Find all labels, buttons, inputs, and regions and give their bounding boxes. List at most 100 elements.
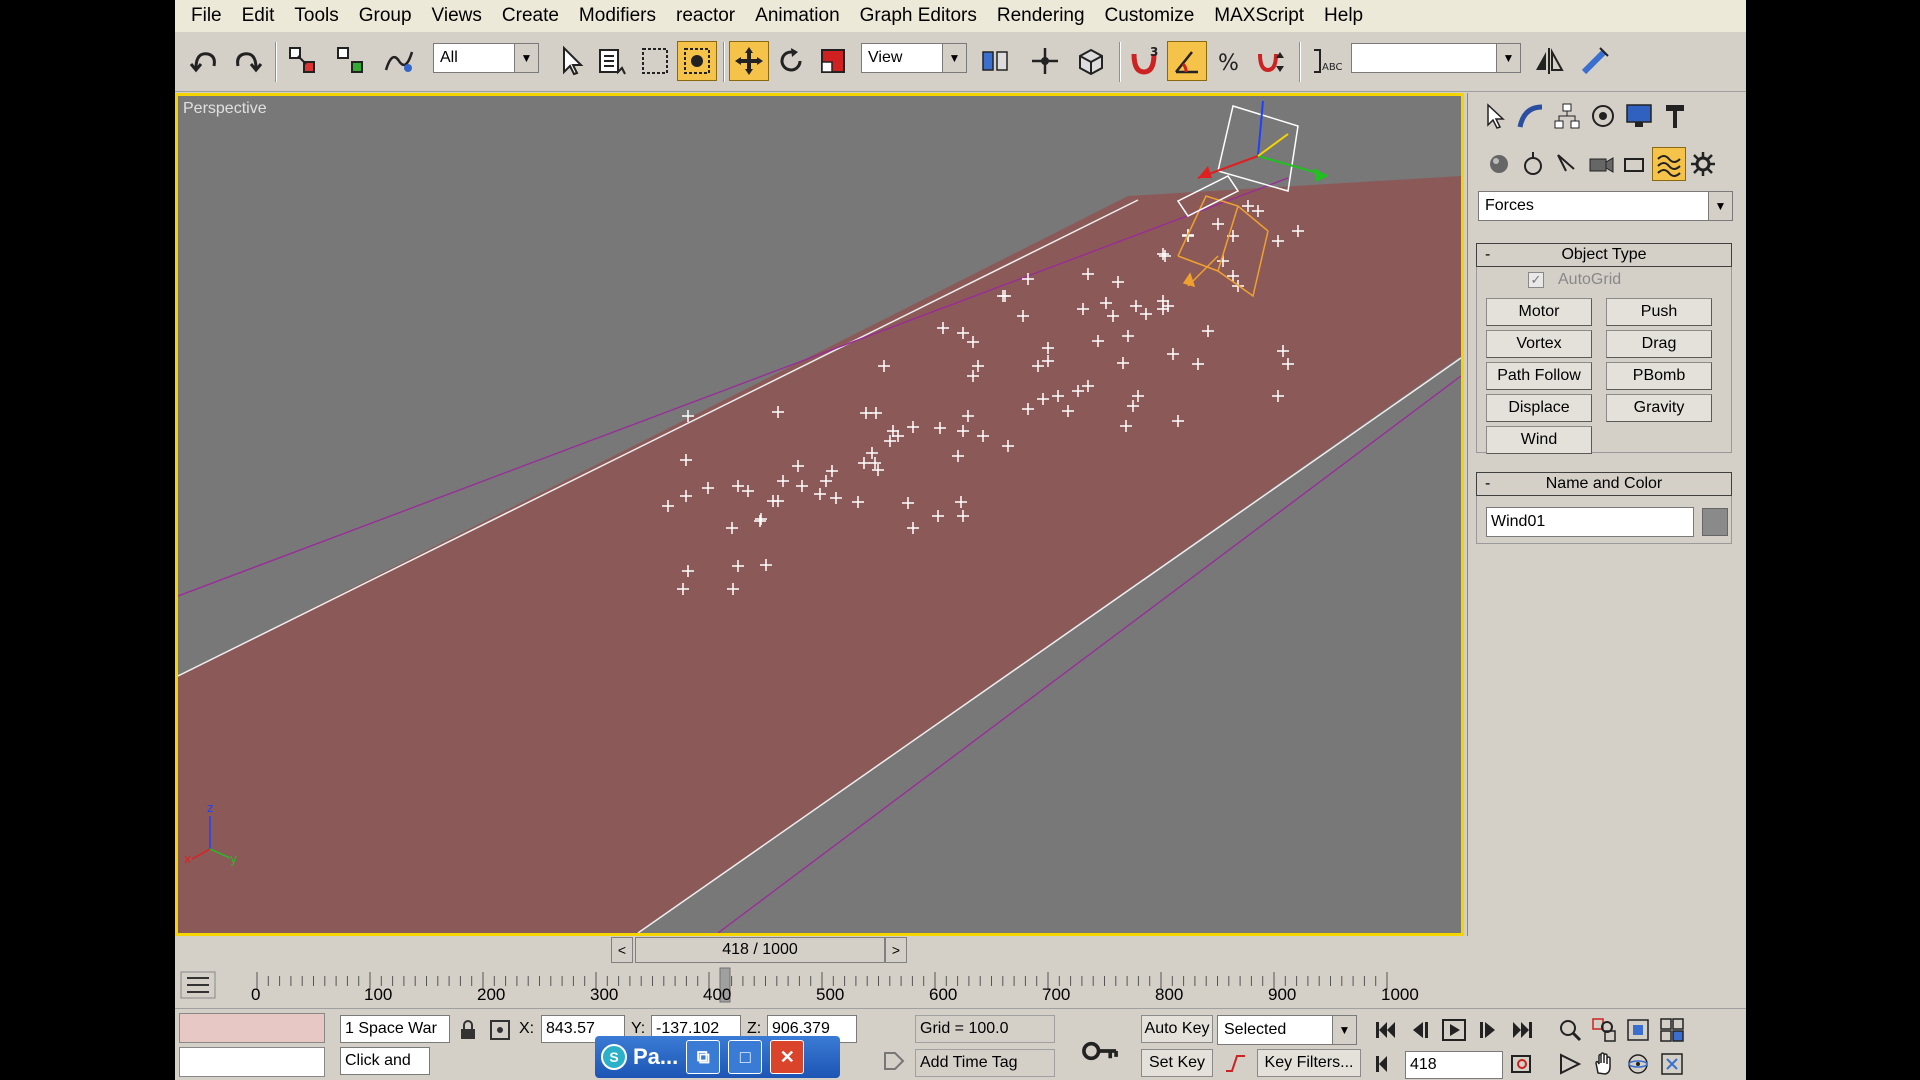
keyboard-shortcut-override-button[interactable] — [1071, 41, 1111, 81]
display-tab[interactable] — [1622, 99, 1656, 133]
wind-button[interactable]: Wind — [1486, 426, 1592, 454]
edit-named-selections-button[interactable]: ABC — [1305, 41, 1345, 81]
drag-button[interactable]: Drag — [1606, 330, 1712, 358]
maxscript-input-mini[interactable] — [179, 1047, 325, 1077]
menu-customize[interactable]: Customize — [1095, 0, 1205, 32]
taskbar-window-button[interactable]: S Pa... ⧉ □ ✕ — [595, 1036, 840, 1078]
window-crossing-button[interactable] — [677, 41, 717, 81]
close-icon[interactable]: ✕ — [770, 1040, 805, 1074]
menu-maxscript[interactable]: MAXScript — [1204, 0, 1314, 32]
selection-filter-dropdown[interactable]: All ▼ — [433, 43, 539, 73]
autogrid-checkbox[interactable]: ✓ AutoGrid — [1528, 271, 1621, 289]
set-key-mode-button[interactable] — [1080, 1031, 1120, 1071]
create-tab[interactable] — [1478, 99, 1512, 133]
select-and-move-button[interactable] — [729, 41, 769, 81]
space-warps-category-button[interactable] — [1652, 147, 1686, 181]
named-selection-dropdown[interactable]: ▼ — [1351, 43, 1521, 73]
mirror-button[interactable] — [1529, 41, 1569, 81]
key-filters-button[interactable]: Key Filters... — [1257, 1049, 1361, 1077]
percent-snap-button[interactable]: % — [1209, 41, 1249, 81]
space-warp-type-dropdown[interactable]: Forces ▼ — [1478, 191, 1733, 221]
play-button[interactable] — [1439, 1015, 1469, 1045]
absolute-mode-button[interactable] — [485, 1015, 515, 1045]
object-name-field[interactable]: Wind01 — [1486, 507, 1694, 537]
key-tangent-button[interactable] — [1221, 1049, 1251, 1079]
utilities-tab[interactable] — [1658, 99, 1692, 133]
undo-button[interactable] — [185, 41, 225, 81]
go-to-end-button[interactable] — [1507, 1015, 1537, 1045]
select-and-rotate-button[interactable] — [771, 41, 811, 81]
object-type-rollout-header[interactable]: - Object Type — [1476, 243, 1732, 267]
next-frame-button[interactable] — [1473, 1015, 1503, 1045]
maxscript-listener-mini[interactable] — [179, 1013, 325, 1043]
push-button[interactable]: Push — [1606, 298, 1712, 326]
angle-snap-button[interactable] — [1167, 41, 1207, 81]
menu-edit[interactable]: Edit — [232, 0, 285, 32]
vortex-button[interactable]: Vortex — [1486, 330, 1592, 358]
menu-help[interactable]: Help — [1314, 0, 1373, 32]
restore-icon[interactable]: ⧉ — [686, 1040, 721, 1074]
displace-button[interactable]: Displace — [1486, 394, 1592, 422]
selection-lock-button[interactable] — [453, 1015, 483, 1045]
geometry-category-button[interactable] — [1482, 147, 1516, 181]
motion-tab[interactable] — [1586, 99, 1620, 133]
spinner-snap-button[interactable] — [1251, 41, 1291, 81]
motor-button[interactable]: Motor — [1486, 298, 1592, 326]
redo-button[interactable] — [227, 41, 267, 81]
go-to-start-button[interactable] — [1371, 1015, 1401, 1045]
shapes-category-button[interactable] — [1516, 147, 1550, 181]
align-button[interactable] — [1575, 41, 1615, 81]
zoom-extents-all-button[interactable] — [1657, 1015, 1687, 1045]
pbomb-button[interactable]: PBomb — [1606, 362, 1712, 390]
auto-key-button[interactable]: Auto Key — [1141, 1015, 1213, 1043]
menu-tools[interactable]: Tools — [284, 0, 348, 32]
perspective-viewport[interactable]: Perspective z x y — [175, 93, 1464, 936]
zoom-all-button[interactable] — [1589, 1015, 1619, 1045]
maximize-icon[interactable]: □ — [728, 1040, 763, 1074]
menu-reactor[interactable]: reactor — [666, 0, 745, 32]
hierarchy-tab[interactable] — [1550, 99, 1584, 133]
zoom-extents-button[interactable] — [1623, 1015, 1653, 1045]
path-follow-button[interactable]: Path Follow — [1486, 362, 1592, 390]
modify-tab[interactable] — [1514, 99, 1548, 133]
select-object-button[interactable] — [551, 41, 591, 81]
menu-group[interactable]: Group — [349, 0, 422, 32]
time-slider[interactable]: 418 / 1000 — [635, 937, 885, 963]
menu-modifiers[interactable]: Modifiers — [569, 0, 666, 32]
time-slider-prev[interactable]: < — [611, 937, 633, 963]
menu-graph-editors[interactable]: Graph Editors — [850, 0, 987, 32]
menu-views[interactable]: Views — [422, 0, 492, 32]
reference-coordinate-dropdown[interactable]: View ▼ — [861, 43, 967, 73]
rectangular-selection-button[interactable] — [635, 41, 675, 81]
zoom-button[interactable] — [1555, 1015, 1585, 1045]
pivot-center-button[interactable] — [975, 41, 1015, 81]
select-manipulate-button[interactable] — [1025, 41, 1065, 81]
time-configuration-button[interactable] — [1507, 1049, 1537, 1079]
object-color-swatch[interactable] — [1702, 508, 1728, 536]
menu-file[interactable]: File — [181, 0, 232, 32]
select-and-link-button[interactable] — [283, 41, 323, 81]
cameras-category-button[interactable] — [1584, 147, 1618, 181]
name-and-color-rollout-header[interactable]: - Name and Color — [1476, 472, 1732, 496]
lights-category-button[interactable] — [1550, 147, 1584, 181]
menu-rendering[interactable]: Rendering — [987, 0, 1095, 32]
bind-space-warp-button[interactable] — [379, 41, 419, 81]
gravity-button[interactable]: Gravity — [1606, 394, 1712, 422]
previous-frame-button[interactable] — [1405, 1015, 1435, 1045]
menu-create[interactable]: Create — [492, 0, 569, 32]
time-slider-next[interactable]: > — [885, 937, 907, 963]
key-mode-toggle-button[interactable] — [1371, 1049, 1401, 1079]
set-key-button[interactable]: Set Key — [1141, 1049, 1213, 1077]
arc-rotate-button[interactable] — [1623, 1049, 1653, 1079]
select-and-scale-button[interactable] — [813, 41, 853, 81]
menu-animation[interactable]: Animation — [745, 0, 850, 32]
current-frame-field[interactable]: 418 — [1405, 1051, 1503, 1079]
systems-category-button[interactable] — [1686, 147, 1720, 181]
field-of-view-button[interactable] — [1555, 1049, 1585, 1079]
key-mode-dropdown[interactable]: Selected ▼ — [1217, 1015, 1357, 1045]
snap-toggle-button[interactable]: 3 — [1125, 41, 1165, 81]
helpers-category-button[interactable] — [1618, 147, 1652, 181]
select-by-name-button[interactable] — [593, 41, 633, 81]
pan-button[interactable] — [1589, 1049, 1619, 1079]
maximize-viewport-button[interactable] — [1657, 1049, 1687, 1079]
